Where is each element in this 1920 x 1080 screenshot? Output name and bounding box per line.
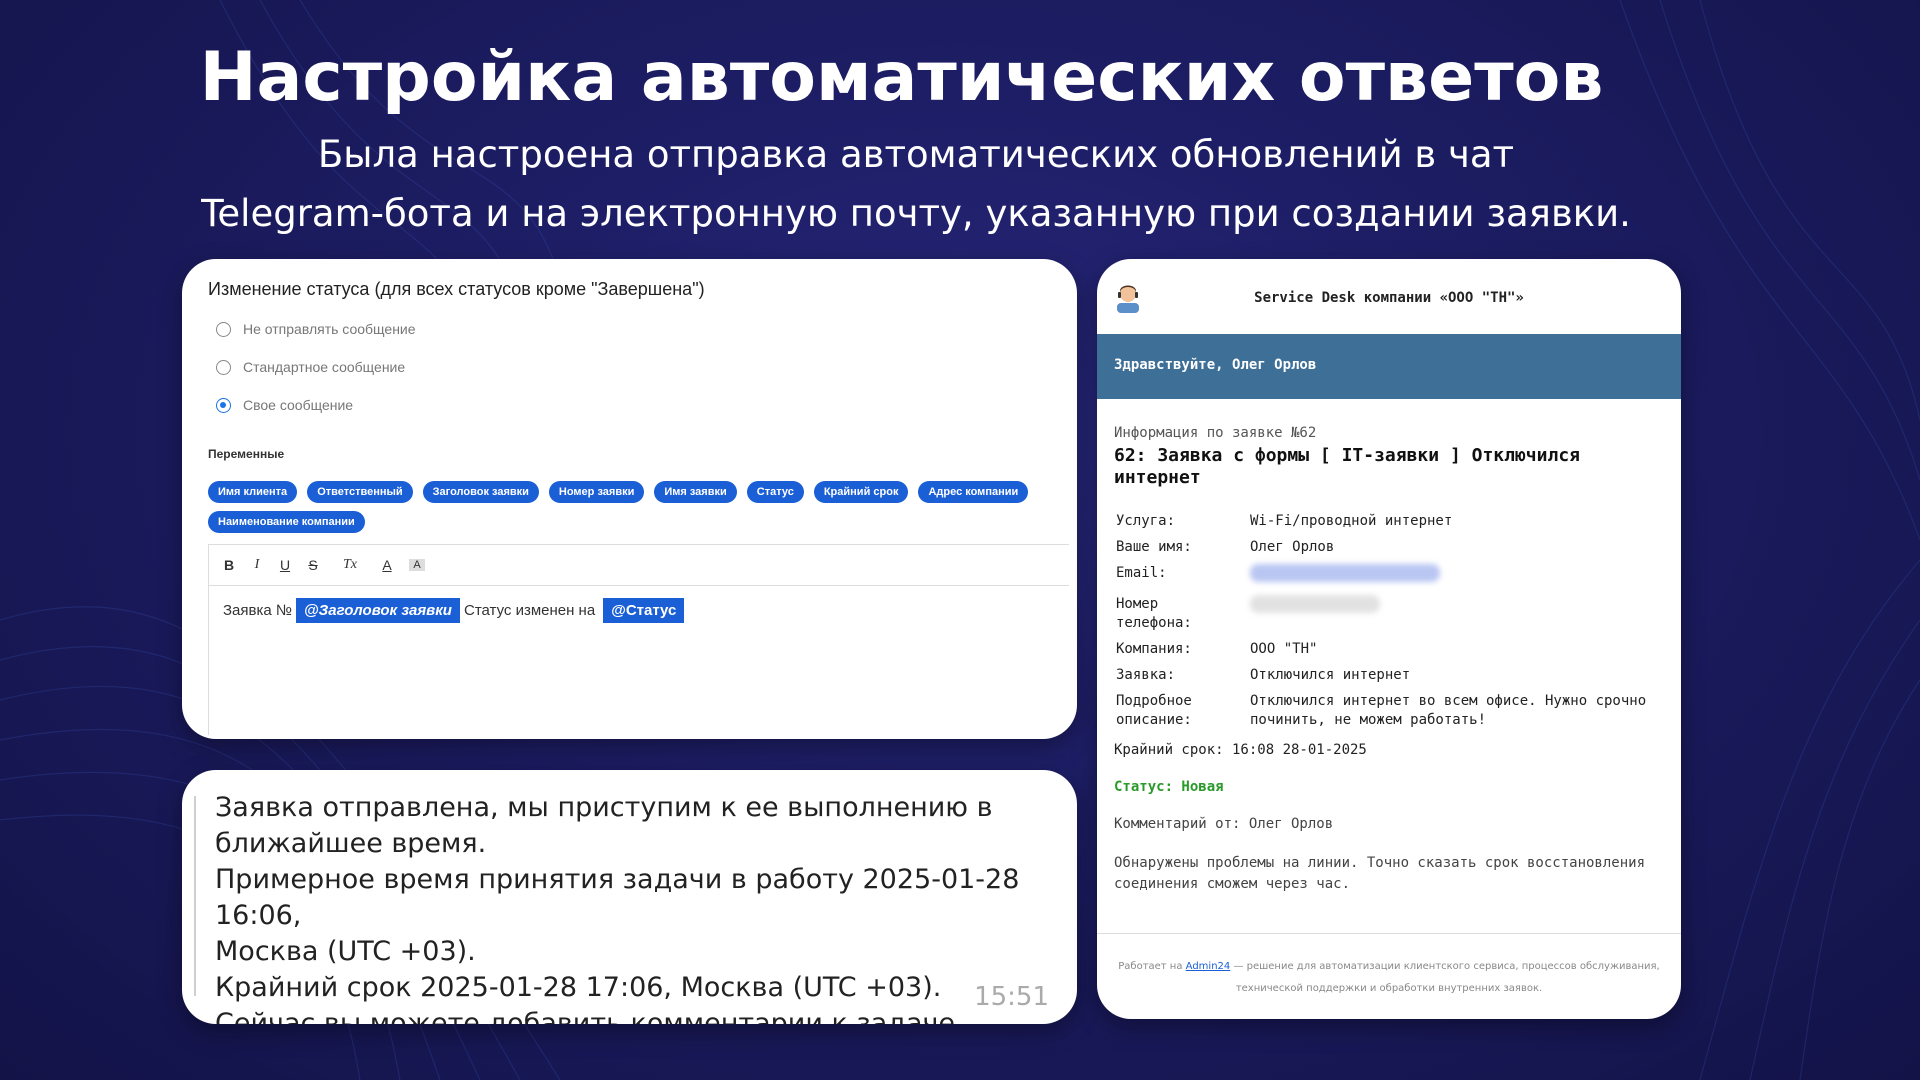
radio-no-message[interactable]: Не отправлять сообщение — [216, 321, 416, 337]
message-line: Примерное время принятия задачи в работу… — [215, 864, 1020, 931]
message-quote-bar — [194, 796, 196, 996]
field-label: Email: — [1116, 565, 1167, 581]
variable-chip-responsible[interactable]: Ответственный — [307, 481, 413, 503]
variable-chip-ticket-number[interactable]: Номер заявки — [548, 481, 645, 503]
field-label: Ваше имя: — [1116, 539, 1192, 555]
ticket-fields: Услуга: Wi-Fi/проводной интернет Ваше им… — [1116, 512, 1671, 737]
variable-chip-client-name[interactable]: Имя клиента — [208, 481, 298, 503]
message-line: ближайшее время. — [215, 828, 487, 859]
radio-label: Не отправлять сообщение — [243, 321, 416, 337]
variable-chips: Имя клиента Ответственный Заголовок заяв… — [208, 481, 1048, 533]
field-value-redacted — [1250, 564, 1671, 588]
page-title: Настройка автоматических ответов — [199, 38, 1604, 117]
bold-button[interactable]: B — [223, 557, 235, 573]
telegram-message-text: Заявка отправлена, мы приступим к ее вып… — [215, 790, 1035, 1024]
page-subtitle-line1: Была настроена отправка автоматических о… — [317, 133, 1515, 176]
field-label: Заявка: — [1116, 667, 1176, 683]
message-editor[interactable]: B I U S Tx A A Заявка № @Заголовок заявк… — [208, 544, 1069, 735]
editor-variable-status[interactable]: @Статус — [603, 598, 685, 623]
ticket-info-label: Информация по заявке №62 — [1114, 425, 1317, 441]
telegram-message-card: Заявка отправлена, мы приступим к ее вып… — [182, 770, 1077, 1024]
text-color-button[interactable]: A — [381, 557, 393, 573]
editor-variable-ticket-title[interactable]: @Заголовок заявки — [296, 598, 460, 623]
field-value: Отключился интернет во всем офисе. Нужно… — [1250, 693, 1647, 728]
comment-text: Обнаружены проблемы на линии. Точно сказ… — [1114, 855, 1646, 892]
italic-button[interactable]: I — [251, 557, 263, 573]
clear-format-button[interactable]: Tx — [343, 557, 357, 573]
field-row-description: Подробное описание: Отключился интернет … — [1116, 692, 1671, 730]
variable-chip-company-address[interactable]: Адрес компании — [918, 481, 1029, 503]
radio-label: Свое сообщение — [243, 397, 354, 413]
email-header: Service Desk компании «ООО "ТН"» — [1097, 259, 1681, 334]
field-label: Подробное описание: — [1116, 693, 1192, 728]
field-label: Услуга: — [1116, 513, 1176, 529]
auto-reply-settings-card: Изменение статуса (для всех статусов кро… — [182, 259, 1077, 739]
field-label: Компания: — [1116, 641, 1192, 657]
message-line: Сейчас вы можете добавить комментарии к … — [215, 1008, 964, 1024]
radio-custom-message[interactable]: Свое сообщение — [216, 397, 353, 413]
ticket-title: 62: Заявка с формы [ IT-заявки ] Отключи… — [1114, 445, 1580, 488]
message-time: 15:51 — [974, 982, 1049, 1012]
field-row-name: Ваше имя: Олег Орлов — [1116, 538, 1671, 557]
message-line: Москва (UTC +03). — [215, 936, 476, 967]
email-greeting: Здравствуйте, Олег Орлов — [1114, 357, 1317, 373]
variable-chip-company-name[interactable]: Наименование компании — [208, 511, 365, 533]
radio-circle[interactable] — [216, 359, 231, 375]
field-value: Олег Орлов — [1250, 539, 1335, 555]
variables-label: Переменные — [208, 447, 285, 461]
redacted-phone — [1250, 595, 1380, 613]
background-color-button[interactable]: A — [409, 559, 425, 571]
page-subtitle-line2: Telegram-бота и на электронную почту, ук… — [201, 192, 1631, 235]
variable-chip-status[interactable]: Статус — [746, 481, 804, 503]
field-row-email: Email: — [1116, 564, 1671, 588]
field-row-company: Компания: ООО "ТН" — [1116, 640, 1671, 659]
settings-title: Изменение статуса (для всех статусов кро… — [208, 279, 705, 299]
variable-chip-ticket-title[interactable]: Заголовок заявки — [422, 481, 539, 503]
email-footer: Работает на Admin24 — решение для автома… — [1097, 933, 1681, 1019]
ticket-deadline: Крайний срок: 16:08 28-01-2025 — [1114, 742, 1367, 758]
variable-chip-deadline[interactable]: Крайний срок — [813, 481, 909, 503]
field-value: Отключился интернет — [1250, 667, 1411, 683]
radio-label: Стандартное сообщение — [243, 359, 406, 375]
editor-text-middle: Статус изменен на — [463, 602, 596, 619]
field-row-phone: Номер телефона: — [1116, 595, 1671, 633]
footer-rest: — решение для автоматизации клиентского … — [1233, 961, 1660, 972]
variable-chip-ticket-name[interactable]: Имя заявки — [654, 481, 737, 503]
editor-text-prefix: Заявка № — [223, 602, 292, 619]
strikethrough-button[interactable]: S — [307, 557, 319, 573]
footer-prefix: Работает на — [1118, 961, 1183, 972]
radio-circle[interactable] — [216, 321, 231, 337]
message-line: Заявка отправлена, мы приступим к ее вып… — [215, 792, 993, 823]
field-row-request: Заявка: Отключился интернет — [1116, 666, 1671, 685]
email-notification-card: Service Desk компании «ООО "ТН"» Здравст… — [1097, 259, 1681, 1019]
radio-standard-message[interactable]: Стандартное сообщение — [216, 359, 405, 375]
ticket-status: Статус: Новая — [1114, 779, 1224, 795]
footer-link-admin24[interactable]: Admin24 — [1186, 961, 1231, 972]
footer-text: Работает на Admin24 — решение для автома… — [1117, 956, 1661, 1000]
field-value: ООО "ТН" — [1250, 641, 1318, 657]
underline-button[interactable]: U — [279, 557, 291, 573]
email-header-title: Service Desk компании «ООО "ТН"» — [1254, 290, 1524, 306]
editor-toolbar: B I U S Tx A A — [209, 545, 1069, 586]
field-row-service: Услуга: Wi-Fi/проводной интернет — [1116, 512, 1671, 531]
comment-author: Комментарий от: Олег Орлов — [1114, 816, 1334, 832]
redacted-email — [1250, 564, 1440, 582]
field-value-redacted — [1250, 595, 1671, 633]
field-value: Wi-Fi/проводной интернет — [1250, 513, 1453, 529]
email-greeting-band: Здравствуйте, Олег Орлов — [1097, 334, 1681, 399]
editor-content[interactable]: Заявка № @Заголовок заявки Статус измене… — [209, 586, 1069, 623]
field-label: Номер телефона: — [1116, 596, 1192, 631]
footer-line2: технической поддержки и обработки внутре… — [1235, 983, 1543, 994]
message-line: Крайний срок 2025-01-28 17:06, Москва (U… — [215, 972, 942, 1003]
radio-circle-selected[interactable] — [216, 397, 231, 413]
